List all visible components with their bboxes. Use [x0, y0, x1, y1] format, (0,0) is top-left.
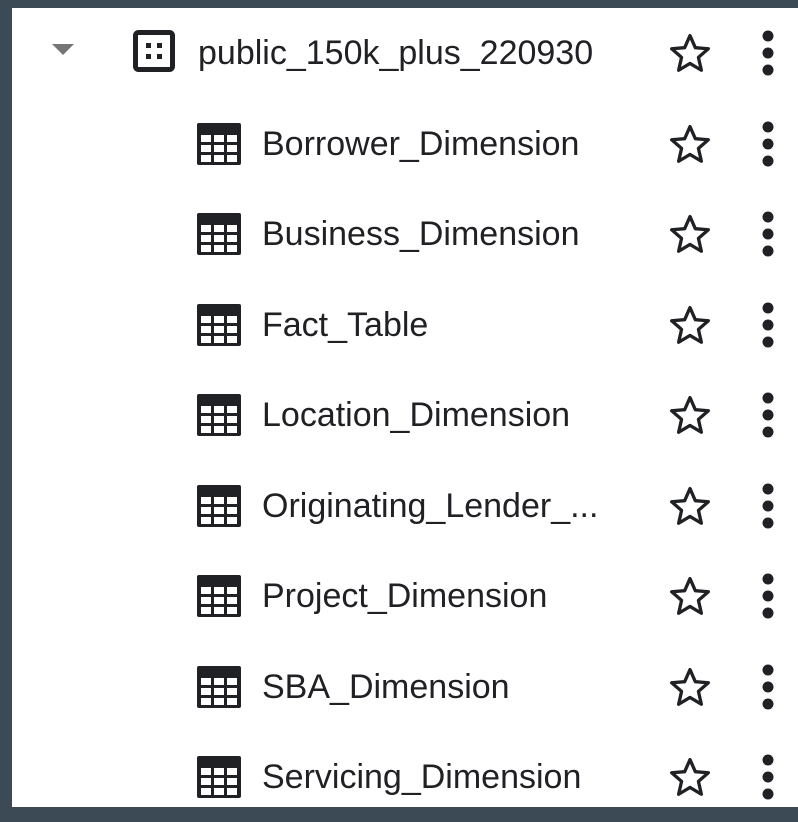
table-name[interactable]: Servicing_Dimension	[262, 732, 581, 822]
more-vert-icon[interactable]	[758, 390, 778, 440]
table-name[interactable]: Location_Dimension	[262, 370, 570, 460]
table-name[interactable]: Fact_Table	[262, 280, 428, 370]
table-row[interactable]: Servicing_Dimension	[12, 732, 798, 822]
more-vert-icon[interactable]	[758, 571, 778, 621]
table-icon	[197, 213, 241, 255]
more-vert-icon[interactable]	[758, 300, 778, 350]
star-icon[interactable]	[668, 574, 712, 618]
more-vert-icon[interactable]	[758, 662, 778, 712]
dataset-row[interactable]: public_150k_plus_220930	[12, 8, 798, 98]
table-name[interactable]: Borrower_Dimension	[262, 99, 579, 189]
table-icon	[197, 122, 241, 165]
star-icon[interactable]	[668, 212, 712, 256]
caret-down-icon[interactable]	[52, 44, 74, 55]
table-icon	[197, 665, 241, 708]
star-icon[interactable]	[668, 665, 712, 709]
table-row[interactable]: Location_Dimension	[12, 370, 798, 460]
table-icon	[197, 756, 241, 798]
star-icon[interactable]	[668, 484, 712, 528]
table-row[interactable]: Fact_Table	[12, 280, 798, 370]
table-icon	[197, 394, 241, 436]
star-icon[interactable]	[668, 393, 712, 437]
explorer-tree-panel: public_150k_plus_220930 Borrower_Dimensi…	[12, 8, 798, 807]
more-vert-icon[interactable]	[758, 481, 778, 531]
table-row[interactable]: Business_Dimension	[12, 189, 798, 279]
dataset-icon	[133, 30, 175, 72]
table-name[interactable]: Project_Dimension	[262, 551, 547, 641]
more-vert-icon[interactable]	[758, 119, 778, 169]
table-row[interactable]: SBA_Dimension	[12, 642, 798, 732]
dataset-name[interactable]: public_150k_plus_220930	[198, 8, 593, 98]
star-icon[interactable]	[668, 31, 712, 75]
table-icon	[197, 484, 241, 527]
table-name[interactable]: Business_Dimension	[262, 189, 580, 279]
table-row[interactable]: Project_Dimension	[12, 551, 798, 641]
more-vert-icon[interactable]	[758, 28, 778, 78]
star-icon[interactable]	[668, 303, 712, 347]
table-name[interactable]: Originating_Lender_...	[262, 461, 598, 551]
table-icon	[197, 575, 241, 617]
more-vert-icon[interactable]	[758, 209, 778, 259]
table-row[interactable]: Borrower_Dimension	[12, 99, 798, 189]
star-icon[interactable]	[668, 755, 712, 799]
star-icon[interactable]	[668, 122, 712, 166]
table-name[interactable]: SBA_Dimension	[262, 642, 510, 732]
table-row[interactable]: Originating_Lender_...	[12, 461, 798, 551]
table-icon	[197, 303, 241, 346]
more-vert-icon[interactable]	[758, 752, 778, 802]
